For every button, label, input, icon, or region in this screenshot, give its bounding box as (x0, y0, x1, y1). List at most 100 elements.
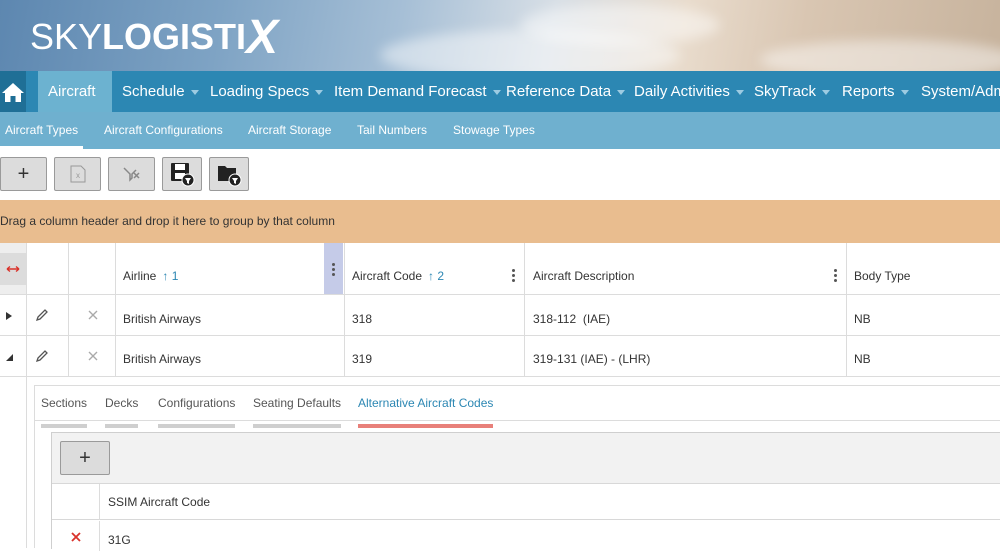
cell-body-type: NB (854, 312, 871, 326)
nav-item-daily-activities[interactable]: Daily Activities (634, 71, 744, 112)
table-row[interactable]: British Airways 319 319-131 (IAE) - (LHR… (0, 336, 1000, 376)
column-header-label: Aircraft Description (533, 269, 635, 283)
nav-item-label: Item Demand Forecast (334, 83, 487, 100)
sub-nav: Aircraft Types Aircraft Configurations A… (0, 112, 1000, 149)
tab-aircraft-types[interactable]: Aircraft Types (0, 112, 84, 149)
save-filter-button[interactable] (162, 157, 202, 191)
column-header-aircraft-code[interactable]: Aircraft Code ↑ 2 (352, 269, 444, 283)
tab-label: Seating Defaults (253, 396, 342, 410)
more-vertical-icon[interactable] (834, 269, 837, 284)
logo-text-logisti: LOGISTI (102, 16, 247, 57)
edit-icon[interactable] (35, 308, 49, 322)
more-vertical-icon[interactable] (512, 269, 515, 284)
tab-decks[interactable]: Decks (105, 396, 139, 428)
sort-ascending-icon: ↑ (428, 269, 435, 283)
home-icon (2, 83, 24, 102)
cell-body-type: NB (854, 352, 871, 366)
column-menu-airline[interactable] (324, 243, 343, 295)
divider (26, 377, 27, 548)
home-button[interactable] (0, 71, 26, 112)
chevron-down-icon (190, 89, 199, 95)
add-button[interactable]: + (0, 157, 47, 191)
group-drop-hint: Drag a column header and drop it here to… (0, 214, 335, 228)
clear-filter-button[interactable] (108, 157, 155, 191)
nav-item-system-admin[interactable]: System/Adm (921, 71, 1000, 112)
tab-seating-defaults[interactable]: Seating Defaults (253, 396, 342, 428)
alternative-codes-header: SSIM Aircraft Code (52, 484, 1000, 520)
collapse-row-icon[interactable] (6, 354, 13, 361)
save-filter-icon (171, 163, 195, 187)
chevron-down-icon (315, 89, 324, 95)
tab-alternative-aircraft-codes[interactable]: Alternative Aircraft Codes (358, 396, 494, 428)
nav-item-aircraft[interactable]: Aircraft (38, 71, 112, 112)
header-banner: SKYLOGISTIX (0, 0, 1000, 71)
column-header-label: Airline (123, 269, 157, 283)
sort-order-badge: 2 (437, 269, 445, 283)
cell-ssim-aircraft-code: 31G (108, 533, 131, 547)
expand-row-icon[interactable] (6, 312, 12, 320)
tab-underline (253, 424, 342, 428)
cell-airline: British Airways (123, 312, 202, 326)
nav-item-reference-data[interactable]: Reference Data (506, 71, 626, 112)
column-header-ssim-aircraft-code[interactable]: SSIM Aircraft Code (108, 495, 210, 509)
nav-item-label: Schedule (122, 83, 185, 100)
edit-icon[interactable] (35, 349, 49, 363)
load-filter-icon (218, 166, 242, 187)
tab-label: Aircraft Storage (248, 123, 332, 137)
nav-item-schedule[interactable]: Schedule (122, 71, 199, 112)
cell-airline: British Airways (123, 352, 202, 366)
tab-label: Sections (41, 396, 88, 410)
divider (99, 484, 100, 520)
tab-label: Stowage Types (453, 123, 535, 137)
resize-horizontal-icon (6, 265, 20, 273)
main-nav: Aircraft Schedule Loading Specs Item Dem… (0, 71, 1000, 112)
column-header-aircraft-description[interactable]: Aircraft Description (533, 269, 634, 283)
table-row[interactable]: British Airways 318 318-112 (IAE) NB (0, 295, 1000, 335)
delete-icon[interactable] (88, 351, 98, 361)
divider (99, 521, 100, 551)
tab-stowage-types[interactable]: Stowage Types (453, 112, 535, 149)
nav-item-label: System/Adm (921, 83, 1000, 100)
logo-text-x: X (246, 11, 279, 64)
chevron-down-icon (900, 89, 909, 95)
chevron-down-icon (821, 89, 830, 95)
tab-aircraft-storage[interactable]: Aircraft Storage (248, 112, 331, 149)
clear-filter-icon (122, 167, 140, 182)
table-row[interactable]: 31G (52, 521, 1000, 551)
group-drop-area[interactable]: Drag a column header and drop it here to… (0, 200, 1000, 243)
tab-underline (358, 424, 494, 428)
nav-item-label: Aircraft (48, 83, 96, 100)
tab-tail-numbers[interactable]: Tail Numbers (357, 112, 427, 149)
tab-label: Configurations (158, 396, 236, 410)
resize-columns-button[interactable] (0, 253, 26, 285)
tab-aircraft-configurations[interactable]: Aircraft Configurations (104, 112, 223, 149)
divider (0, 376, 1000, 377)
tab-label: Aircraft Types (5, 123, 79, 137)
add-alternative-code-button[interactable]: + (60, 441, 110, 475)
app-logo[interactable]: SKYLOGISTIX (30, 14, 278, 62)
tab-sections[interactable]: Sections (41, 396, 88, 428)
column-header-body-type[interactable]: Body Type (854, 269, 910, 283)
nav-item-loading-specs[interactable]: Loading Specs (210, 71, 324, 112)
nav-item-skytrack[interactable]: SkyTrack (754, 71, 830, 112)
cell-aircraft-code: 319 (352, 352, 373, 366)
column-header-airline[interactable]: Airline ↑ 1 (123, 269, 178, 283)
tab-underline (105, 424, 139, 428)
sort-order-badge: 1 (171, 269, 179, 283)
nav-item-item-demand-forecast[interactable]: Item Demand Forecast (334, 71, 501, 112)
tab-label: Tail Numbers (357, 123, 428, 137)
tab-underline (41, 424, 88, 428)
divider (35, 420, 1000, 421)
load-filter-button[interactable] (209, 157, 249, 191)
svg-text:x: x (76, 171, 80, 180)
tab-configurations[interactable]: Configurations (158, 396, 236, 428)
export-excel-button[interactable]: x (54, 157, 101, 191)
more-vertical-icon (332, 263, 335, 278)
chevron-down-icon (617, 89, 626, 95)
nav-item-reports[interactable]: Reports (842, 71, 909, 112)
delete-icon[interactable] (88, 310, 98, 320)
cell-aircraft-description: 318-112 (IAE) (533, 312, 611, 326)
add-icon: + (17, 163, 30, 185)
delete-icon[interactable] (71, 532, 81, 542)
alternative-codes-toolbar: + (52, 433, 1000, 484)
